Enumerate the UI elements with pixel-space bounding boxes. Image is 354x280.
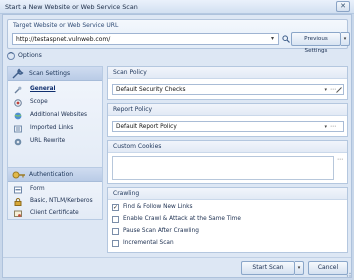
link-icon <box>14 125 22 133</box>
checkbox[interactable] <box>112 228 119 235</box>
custom-cookies-header: Custom Cookies <box>108 141 347 153</box>
dialog-button-bar: Start Scan ▾ Cancel <box>3 257 351 277</box>
collapse-icon[interactable]: ^ <box>7 52 15 60</box>
close-button[interactable]: ✕ <box>336 1 350 12</box>
custom-cookies-input[interactable] <box>112 156 334 180</box>
crawl-option-follow-links[interactable]: ✓ Find & Follow New Links <box>112 203 342 213</box>
scan-settings-panel: Scan Settings General Scope Additional W… <box>7 66 103 172</box>
authentication-title: Authentication <box>29 171 74 178</box>
nav-item-scope[interactable]: Scope <box>10 97 100 108</box>
report-policy-header: Report Policy <box>108 104 347 116</box>
crawling-section: Crawling ✓ Find & Follow New Links Enabl… <box>107 187 348 253</box>
chevron-down-icon[interactable]: ▾ <box>324 124 327 130</box>
start-scan-dropdown-icon[interactable]: ▾ <box>295 261 304 275</box>
crawl-option-pause-after-crawl[interactable]: Pause Scan After Crawling <box>112 227 342 237</box>
scan-policy-select[interactable]: Default Security Checks ▾ ⋯ <box>112 84 344 95</box>
nav-item-additional-websites[interactable]: Additional Websites <box>10 110 100 121</box>
url-dropdown-arrow-icon[interactable]: ▾ <box>268 35 277 43</box>
custom-cookies-section: Custom Cookies ⋯ <box>107 140 348 184</box>
report-policy-section: Report Policy Default Report Policy ▾ ⋯ <box>107 103 348 137</box>
wrench-icon <box>14 86 22 94</box>
checkbox[interactable] <box>112 240 119 247</box>
previous-settings-dropdown-icon[interactable]: ▾ <box>341 32 350 46</box>
crawl-option-incremental-scan[interactable]: Incremental Scan <box>112 239 342 249</box>
options-label: Options <box>18 52 42 59</box>
lock-icon <box>14 198 22 206</box>
nav-item-general[interactable]: General <box>10 84 100 95</box>
scan-policy-header: Scan Policy <box>108 67 347 79</box>
start-scan-button[interactable]: Start Scan <box>241 261 295 275</box>
report-policy-select[interactable]: Default Report Policy ▾ ⋯ <box>112 121 344 132</box>
cookies-more-icon[interactable]: ⋯ <box>336 156 344 165</box>
scan-policy-section: Scan Policy Default Security Checks ▾ ⋯ <box>107 66 348 100</box>
chevron-down-icon[interactable]: ▾ <box>324 87 327 93</box>
nav-item-client-certificate[interactable]: Client Certificate <box>10 208 100 219</box>
more-options-icon[interactable]: ⋯ <box>330 123 336 130</box>
rewrite-icon <box>14 138 22 146</box>
search-icon[interactable] <box>282 35 290 43</box>
edit-pencil-icon[interactable] <box>336 87 342 93</box>
crawling-header: Crawling <box>108 188 347 200</box>
cancel-button[interactable]: Cancel <box>308 261 348 275</box>
target-url-label: Target Website or Web Service URL <box>13 22 119 29</box>
options-nav: Scan Settings General Scope Additional W… <box>7 66 103 252</box>
form-icon <box>14 186 22 194</box>
scan-settings-title: Scan Settings <box>29 70 71 77</box>
resize-grip-icon[interactable] <box>343 269 351 277</box>
target-url-value: http://testaspnet.vulnweb.com/ <box>16 36 111 43</box>
target-url-input[interactable]: http://testaspnet.vulnweb.com/ ▾ <box>12 33 279 45</box>
nav-item-form[interactable]: Form <box>10 184 100 195</box>
dialog-body: Target Website or Web Service URL http:/… <box>2 14 352 278</box>
scan-settings-header[interactable]: Scan Settings <box>8 67 102 81</box>
scan-settings-icon <box>12 68 24 79</box>
window-title: Start a New Website or Web Service Scan <box>5 3 138 11</box>
target-group: Target Website or Web Service URL http:/… <box>7 19 350 54</box>
title-bar: Start a New Website or Web Service Scan … <box>0 0 354 14</box>
authentication-panel: Authentication Form Basic, NTLM/Kerberos… <box>7 167 103 220</box>
nav-item-url-rewrite[interactable]: URL Rewrite <box>10 136 100 147</box>
checkbox-checked[interactable]: ✓ <box>112 204 119 211</box>
globe-icon <box>14 112 22 120</box>
nav-item-imported-links[interactable]: Imported Links <box>10 123 100 134</box>
previous-settings-button[interactable]: Previous Settings <box>291 32 341 54</box>
checkbox[interactable] <box>112 216 119 223</box>
key-icon <box>12 171 25 179</box>
nav-item-basic-ntlm-kerberos[interactable]: Basic, NTLM/Kerberos <box>10 196 100 207</box>
crawl-option-crawl-attack[interactable]: Enable Crawl & Attack at the Same Time <box>112 215 342 225</box>
target-icon <box>14 99 22 107</box>
authentication-header[interactable]: Authentication <box>8 168 102 182</box>
certificate-icon <box>14 210 22 217</box>
